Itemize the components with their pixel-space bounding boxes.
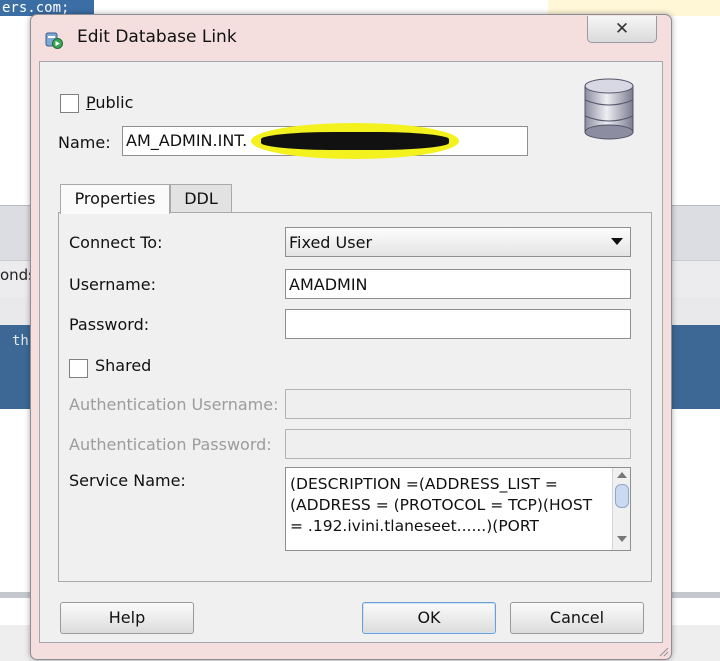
- resize-grip-icon[interactable]: [657, 645, 669, 657]
- auth-password-label: Authentication Password:: [69, 435, 272, 454]
- connect-to-label: Connect To:: [69, 233, 163, 252]
- connect-to-value: Fixed User: [289, 233, 373, 252]
- username-input[interactable]: AMADMIN: [285, 269, 631, 299]
- username-value: AMADMIN: [289, 275, 368, 294]
- close-button[interactable]: ✕: [587, 16, 657, 43]
- scroll-thumb[interactable]: [615, 484, 629, 508]
- dropdown-arrow-icon[interactable]: [611, 238, 623, 245]
- edit-database-link-dialog: Edit Database Link ✕ Public Name: AM_ADM…: [30, 14, 672, 660]
- ok-button[interactable]: OK: [362, 602, 496, 634]
- scroll-up-icon[interactable]: [617, 472, 627, 478]
- dialog-title: Edit Database Link: [77, 27, 237, 47]
- service-name-scrollbar[interactable]: [612, 468, 630, 550]
- public-label[interactable]: Public: [86, 93, 133, 112]
- service-name-value: (DESCRIPTION =(ADDRESS_LIST =(ADDRESS = …: [290, 475, 593, 535]
- tab-ddl[interactable]: DDL: [170, 184, 232, 213]
- auth-username-input: [285, 389, 631, 419]
- scroll-down-icon[interactable]: [617, 536, 627, 542]
- database-icon: [584, 78, 634, 140]
- dialog-app-icon: [45, 32, 63, 49]
- password-input[interactable]: [285, 309, 631, 339]
- name-input[interactable]: AM_ADMIN.INT.: [122, 123, 528, 159]
- shared-checkbox[interactable]: [69, 359, 88, 378]
- service-name-textarea[interactable]: (DESCRIPTION =(ADDRESS_LIST =(ADDRESS = …: [285, 467, 631, 551]
- auth-password-input: [285, 429, 631, 459]
- auth-username-label: Authentication Username:: [69, 395, 279, 414]
- connect-to-select[interactable]: Fixed User: [285, 227, 631, 257]
- cancel-button[interactable]: Cancel: [510, 602, 644, 634]
- public-label-rest[interactable]: ublic: [95, 93, 133, 112]
- close-icon[interactable]: ✕: [588, 16, 656, 42]
- password-label: Password:: [69, 315, 150, 334]
- redaction-scribble: [261, 132, 449, 150]
- tab-properties[interactable]: Properties: [60, 184, 170, 214]
- name-value: AM_ADMIN.INT.: [126, 131, 248, 150]
- help-button[interactable]: Help: [60, 602, 194, 634]
- background-code-fragment: th: [12, 333, 29, 349]
- properties-panel: Connect To: Fixed User Username: AMADMIN…: [58, 212, 652, 582]
- name-label: Name:: [58, 133, 111, 152]
- username-label: Username:: [69, 275, 156, 294]
- public-checkbox[interactable]: [60, 94, 79, 113]
- shared-label[interactable]: Shared: [95, 356, 151, 375]
- dialog-content: Public Name: AM_ADMIN.INT. Properties DD…: [39, 61, 663, 643]
- service-name-label: Service Name:: [69, 471, 186, 490]
